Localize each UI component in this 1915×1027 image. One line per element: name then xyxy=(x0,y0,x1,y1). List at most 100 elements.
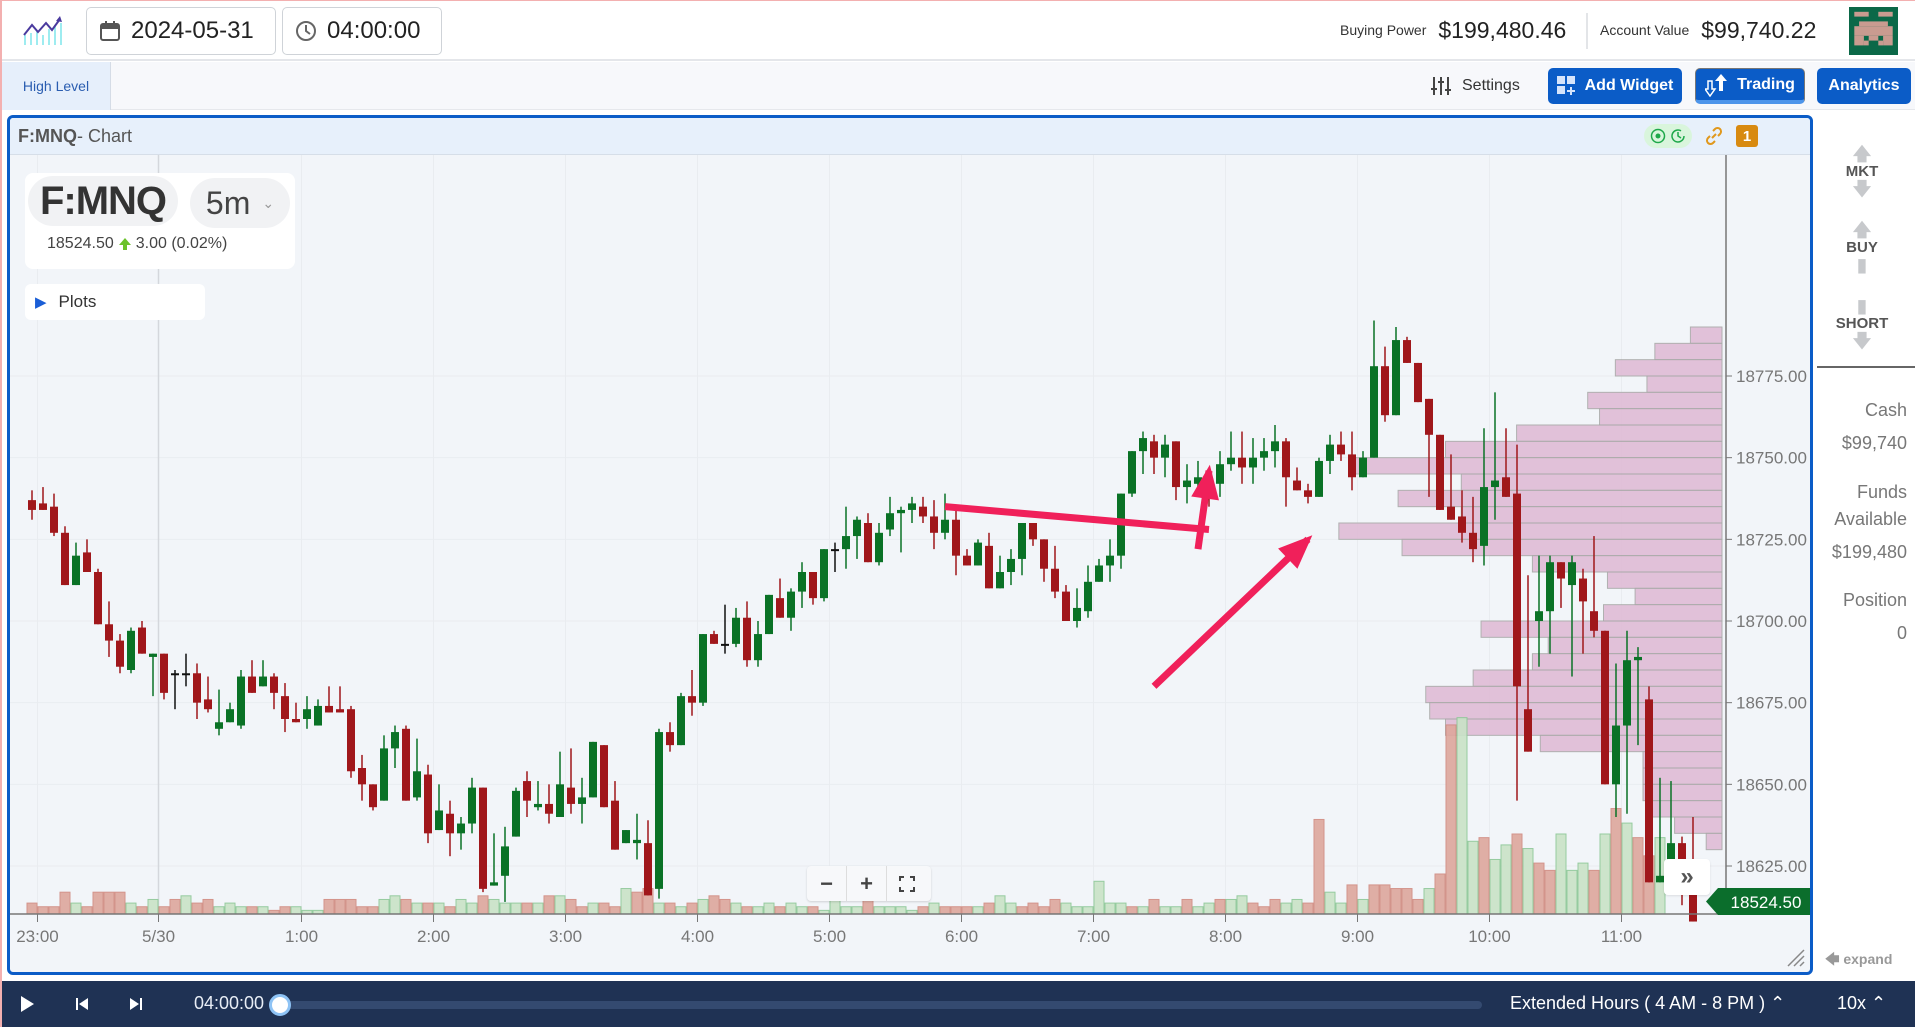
resize-handle-icon[interactable] xyxy=(1786,948,1806,968)
play-icon[interactable] xyxy=(17,994,37,1014)
volume-bar xyxy=(1181,898,1193,915)
volume-bar xyxy=(1148,898,1160,915)
candle-body xyxy=(1403,340,1411,363)
volume-bar xyxy=(1071,906,1083,915)
volume-bar xyxy=(224,902,236,915)
price-chart[interactable]: 18775.00 18750.00 18725.00 18700.00 18675.00… xyxy=(10,155,1810,975)
candle-body xyxy=(215,722,223,729)
candle-body xyxy=(1612,725,1620,785)
volume-bar xyxy=(521,902,533,915)
short-button[interactable]: ▮ SHORT 🡇 xyxy=(1817,297,1907,350)
playback-slider[interactable] xyxy=(282,1001,1482,1009)
candle-body xyxy=(1051,568,1059,592)
volume-profile-bar xyxy=(1460,473,1723,491)
volume-profile-bar xyxy=(1429,702,1723,720)
short-label: SHORT xyxy=(1835,315,1889,332)
volume-profile-bar xyxy=(1445,440,1723,459)
volume-bar xyxy=(895,906,907,915)
volume-profile-bar xyxy=(1472,669,1723,687)
volume-bar xyxy=(213,906,225,915)
candle-body xyxy=(809,572,817,599)
volume-bar xyxy=(917,906,929,915)
volume-profile-bar xyxy=(1603,604,1723,622)
candle-body xyxy=(281,696,289,719)
buying-power: Buying Power $199,480.46 xyxy=(1340,1,1566,59)
volume-bar xyxy=(554,895,566,915)
candle-body xyxy=(259,676,267,687)
volume-profile-bar xyxy=(1354,457,1723,475)
candle-body xyxy=(303,709,311,719)
live-status[interactable] xyxy=(1644,124,1692,148)
volume-bar xyxy=(37,906,49,915)
account-value-label: Account Value xyxy=(1600,22,1690,38)
scroll-to-latest-button[interactable]: » xyxy=(1664,859,1710,895)
volume-bar xyxy=(444,906,456,915)
volume-bar xyxy=(466,902,478,915)
x-tick-label: 3:00 xyxy=(549,927,582,946)
candle-body xyxy=(1282,441,1290,478)
settings-button[interactable]: Settings xyxy=(1430,70,1520,102)
buy-button[interactable]: 🡅 BUY ▮ xyxy=(1817,221,1907,274)
trading-arrows-icon xyxy=(1705,73,1728,97)
widget-header[interactable]: F:MNQ - Chart 1 xyxy=(10,118,1810,155)
app-logo-icon[interactable] xyxy=(22,15,64,47)
candle-body xyxy=(732,617,740,644)
candle-body xyxy=(1183,480,1191,488)
volume-bar xyxy=(840,906,852,915)
candle-body xyxy=(611,800,619,850)
volume-bar xyxy=(873,906,885,915)
candle-body xyxy=(1381,366,1389,416)
candle-body xyxy=(1458,516,1466,533)
timeframe-selector[interactable]: 5m ⌄ xyxy=(190,178,290,228)
analytics-button[interactable]: Analytics xyxy=(1817,68,1911,104)
step-back-icon[interactable] xyxy=(72,994,92,1014)
market-order-button[interactable]: 🡅 MKT 🡇 xyxy=(1817,145,1907,198)
trading-button[interactable]: Trading xyxy=(1695,68,1805,104)
zoom-out-button[interactable]: − xyxy=(807,866,847,901)
volume-bar xyxy=(1247,902,1259,915)
volume-bar xyxy=(290,906,302,915)
time-picker[interactable]: 04:00:00 xyxy=(282,7,442,55)
volume-bar xyxy=(961,906,973,915)
volume-bar xyxy=(1192,906,1204,915)
candle-body xyxy=(1535,611,1543,621)
volume-profile-bar xyxy=(1397,489,1723,508)
volume-bar xyxy=(356,906,368,915)
playback-slider-handle[interactable] xyxy=(269,994,291,1016)
link-icon[interactable] xyxy=(1704,126,1724,146)
x-tick-label: 7:00 xyxy=(1077,927,1110,946)
symbol-selector[interactable]: F:MNQ xyxy=(28,176,178,226)
position-value: 0 xyxy=(1896,623,1907,643)
candle-body xyxy=(908,503,916,510)
zoom-in-button[interactable]: + xyxy=(847,866,887,901)
bar-icon: ▮ xyxy=(1857,255,1867,275)
session-selector[interactable]: Extended Hours ( 4 AM - 8 PM ) ⌃ xyxy=(1510,993,1785,1014)
candle-body xyxy=(490,882,498,886)
chevron-up-icon: ⌃ xyxy=(1770,993,1786,1013)
link-group-badge[interactable]: 1 xyxy=(1736,125,1758,147)
step-forward-icon[interactable] xyxy=(126,994,146,1014)
speed-selector[interactable]: 10x ⌃ xyxy=(1837,993,1886,1014)
volume-bar xyxy=(719,898,731,915)
candle-body xyxy=(1370,366,1378,458)
user-avatar[interactable] xyxy=(1849,7,1898,55)
plots-toggle[interactable]: ▶ Plots xyxy=(25,284,205,320)
date-picker[interactable]: 2024-05-31 xyxy=(86,7,276,55)
volume-bar xyxy=(730,902,742,915)
add-widget-button[interactable]: Add Widget xyxy=(1548,68,1682,104)
volume-bar xyxy=(829,898,841,915)
candle-body xyxy=(182,673,190,676)
fullscreen-button[interactable] xyxy=(887,866,927,901)
candle-body xyxy=(1645,699,1653,883)
tab-high-level[interactable]: High Level xyxy=(2,62,111,110)
arrow-up-icon: 🡅 xyxy=(1852,144,1872,164)
volume-bar xyxy=(1511,833,1523,915)
clock-icon xyxy=(296,21,316,41)
fullscreen-icon xyxy=(899,875,915,892)
candle-body xyxy=(413,771,421,798)
candle-body xyxy=(1249,457,1257,468)
chart-widget: F:MNQ - Chart 1 18775.00 18750.00 18725.00… xyxy=(7,115,1813,975)
expand-link[interactable]: 🡄 expand xyxy=(1825,949,1892,973)
candle-body xyxy=(754,634,762,661)
volume-profile-bar xyxy=(1634,587,1723,606)
